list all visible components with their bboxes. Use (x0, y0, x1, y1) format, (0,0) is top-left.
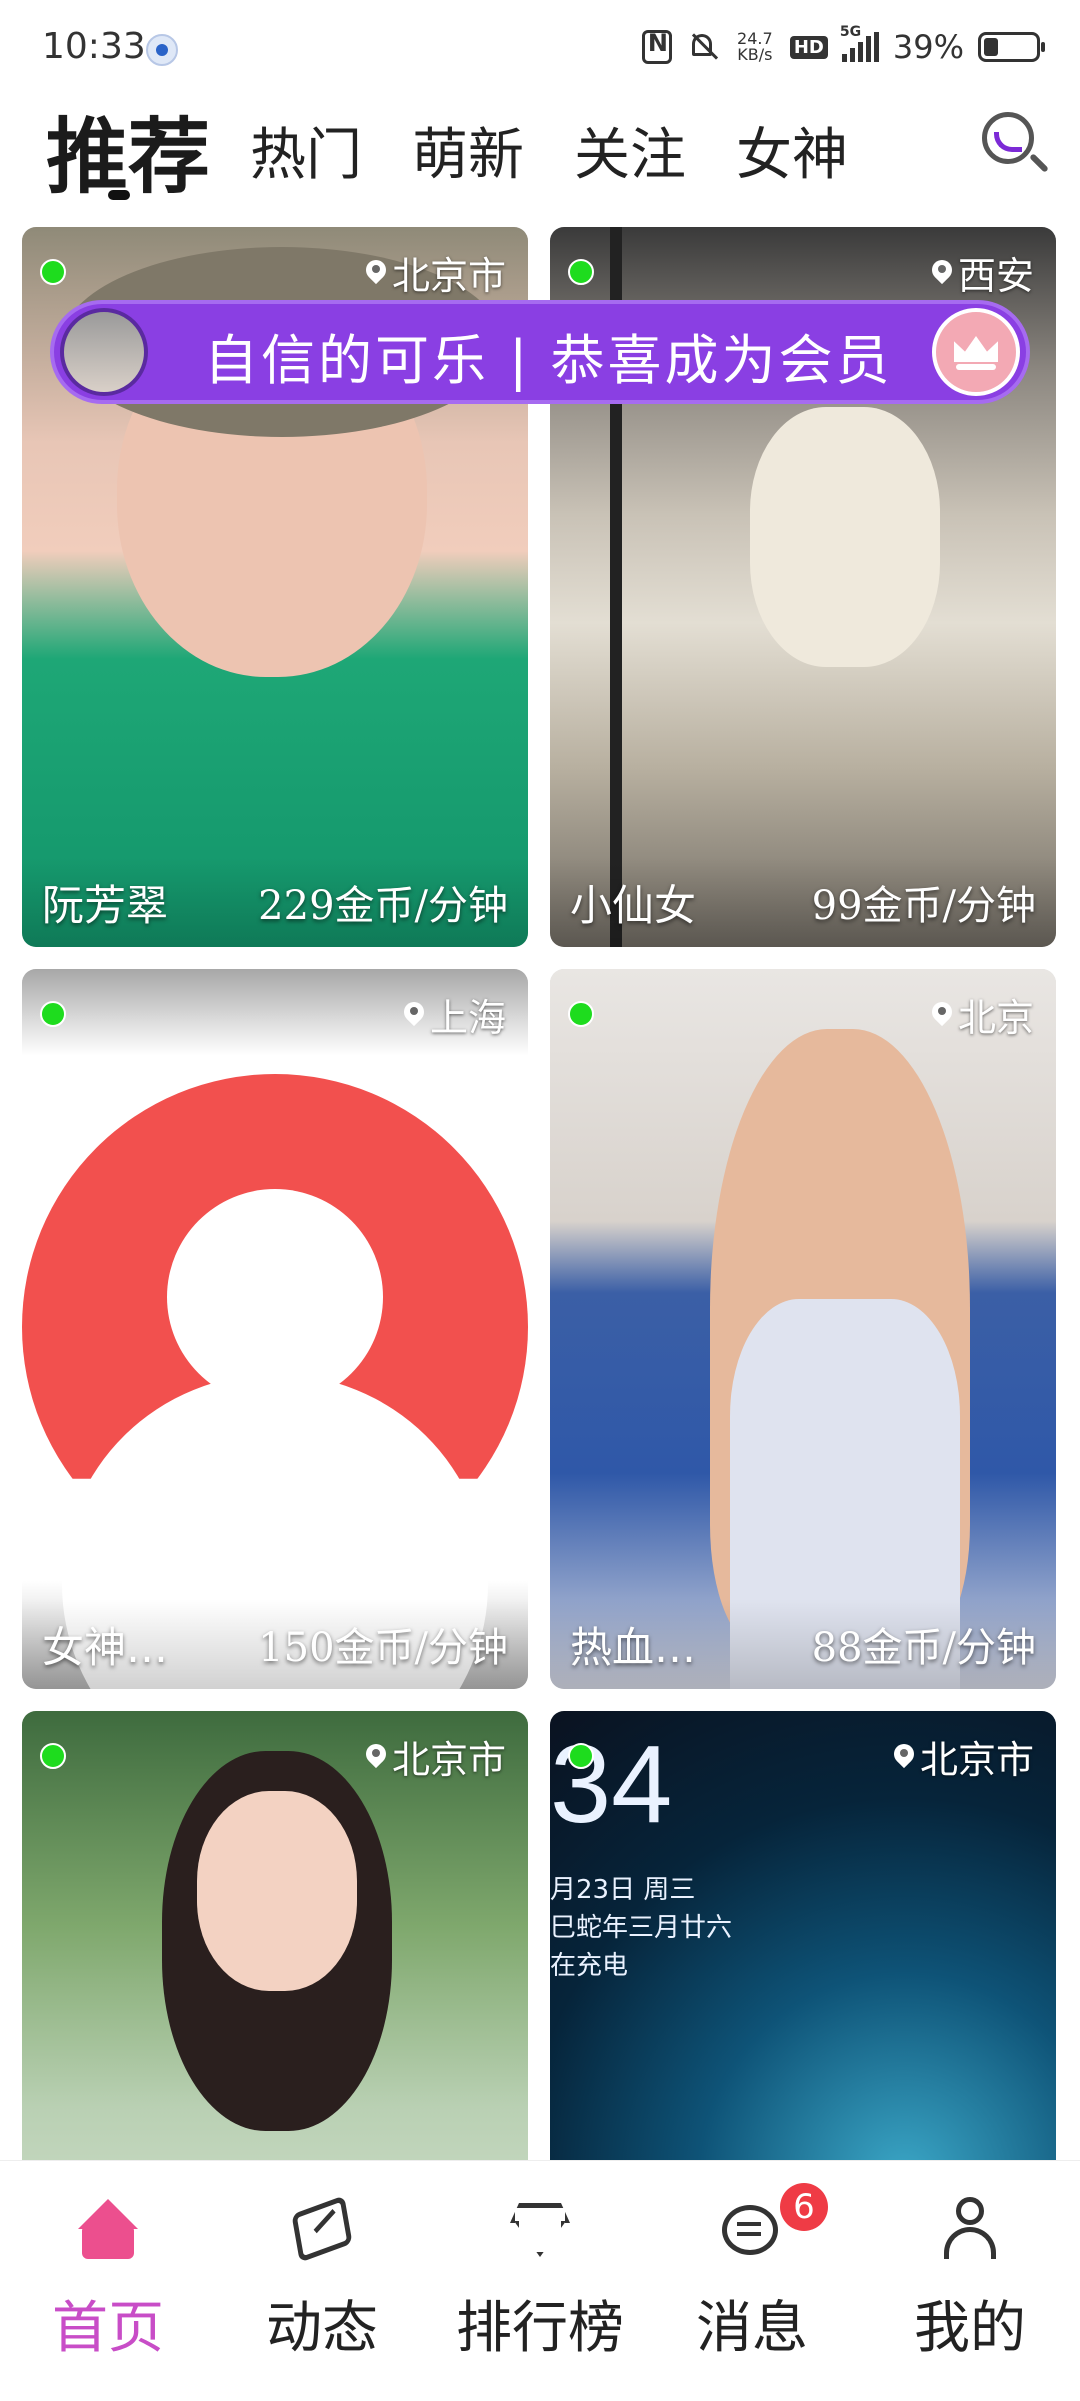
nav-item-profile[interactable]: 我的 (880, 2183, 1060, 2361)
online-status-dot (40, 259, 66, 285)
member-toast-banner[interactable]: 自信的可乐 | 恭喜成为会员 (50, 300, 1030, 404)
nav-item-moments[interactable]: 动态 (232, 2183, 412, 2361)
nav-item-messages[interactable]: 6 消息 (662, 2183, 842, 2361)
location-text: 西安 (957, 254, 1034, 298)
signal-icon: 5G (840, 24, 879, 62)
battery-percent: 39% (892, 28, 964, 66)
tab-following[interactable]: 关注 (574, 110, 686, 191)
card-footer: 小仙女 99金币/分钟 (550, 857, 1056, 947)
signal-label: 5G (839, 24, 862, 40)
status-icons: 24.7 KB/s HD 5G 39% (641, 24, 1045, 68)
home-icon (76, 2199, 140, 2263)
host-name: 女神… (42, 1622, 169, 1672)
host-card[interactable]: 34 月23日 周三 巳蛇年三月廿六 在充电 北京市 (550, 1711, 1056, 2227)
message-icon (722, 2205, 778, 2255)
online-status-dot (568, 259, 594, 285)
status-time: 10:33 (42, 26, 146, 67)
bottom-nav-bar: 首页 动态 排行榜 6 消息 我的 (0, 2160, 1080, 2401)
card-footer: 热血… 88金币/分钟 (550, 1599, 1056, 1689)
card-location: 西安 (932, 245, 1034, 300)
online-status-dot (568, 1743, 594, 1769)
location-pin-icon (366, 1744, 386, 1770)
network-speed: 24.7 KB/s (734, 31, 776, 63)
photo-date-line: 巳蛇年三月廿六 (550, 1913, 733, 1943)
card-location: 北京市 (366, 1729, 506, 1784)
location-text: 北京市 (391, 254, 506, 298)
location-pin-icon (404, 1002, 424, 1028)
location-text: 北京市 (919, 1738, 1034, 1782)
host-card[interactable]: 北京 热血… 88金币/分钟 (550, 969, 1056, 1689)
location-pin-icon (894, 1744, 914, 1770)
card-footer: 阮芳翠 229金币/分钟 (22, 857, 528, 947)
mute-icon (686, 30, 720, 64)
nav-label: 消息 (696, 2296, 808, 2361)
diamond-icon (510, 2203, 570, 2257)
location-text: 上海 (429, 996, 506, 1040)
host-name: 小仙女 (570, 880, 697, 930)
crown-icon (954, 336, 998, 370)
host-name: 阮芳翠 (42, 880, 169, 930)
default-avatar-icon (22, 1074, 528, 1689)
nav-item-ranking[interactable]: 排行榜 (450, 2183, 630, 2361)
hd-icon: HD (789, 35, 828, 59)
host-price: 88金币/分钟 (811, 1625, 1036, 1671)
photo-date-line: 月23日 周三 (550, 1875, 696, 1905)
host-name: 热血… (570, 1622, 697, 1672)
tab-newbie[interactable]: 萌新 (412, 110, 524, 191)
battery-icon (978, 32, 1045, 62)
nfc-icon (641, 29, 672, 64)
host-photo (550, 969, 1056, 1689)
location-pin-icon (366, 260, 386, 286)
nav-label: 首页 (52, 2296, 164, 2361)
location-pin-icon (932, 260, 952, 286)
nav-item-home[interactable]: 首页 (18, 2183, 198, 2361)
tab-hot[interactable]: 热门 (250, 110, 362, 191)
nav-label: 排行榜 (456, 2296, 624, 2361)
app-notification-icon (146, 34, 178, 66)
nav-label: 我的 (914, 2296, 1026, 2361)
member-toast-text: 自信的可乐 | 恭喜成为会员 (204, 329, 893, 392)
vip-badge (932, 308, 1020, 396)
online-status-dot (568, 1001, 594, 1027)
photo-date-line: 在充电 (550, 1951, 629, 1981)
unread-badge: 6 (780, 2183, 828, 2231)
host-card[interactable]: 上海 女神… 150金币/分钟 (22, 969, 528, 1689)
host-photo (22, 1711, 528, 2227)
host-price: 229金币/分钟 (258, 883, 508, 929)
photo-clock-text: 34 (550, 1723, 673, 1846)
network-speed-unit: KB/s (737, 45, 773, 64)
card-location: 北京 (932, 987, 1034, 1042)
photo-date-text: 月23日 周三 巳蛇年三月廿六 在充电 (550, 1871, 732, 1985)
location-pin-icon (932, 1002, 952, 1028)
user-icon (940, 2197, 1000, 2261)
top-tab-bar: 推荐 热门 萌新 关注 女神 (0, 84, 1080, 205)
host-price: 150金币/分钟 (258, 1625, 508, 1671)
location-text: 北京市 (391, 1738, 506, 1782)
nav-label: 动态 (266, 2296, 378, 2361)
paper-plane-icon (291, 2195, 353, 2263)
location-text: 北京 (957, 996, 1034, 1040)
active-tab-indicator (108, 190, 130, 200)
card-location: 上海 (404, 987, 506, 1042)
host-card[interactable]: 北京市 (22, 1711, 528, 2227)
card-location: 北京市 (366, 245, 506, 300)
card-location: 北京市 (894, 1729, 1034, 1784)
search-icon[interactable] (980, 110, 1050, 180)
avatar (60, 308, 148, 396)
card-footer: 女神… 150金币/分钟 (22, 1599, 528, 1689)
tab-goddess[interactable]: 女神 (736, 110, 848, 191)
host-grid: 北京市 阮芳翠 229金币/分钟 西安 小仙女 99金币/分钟 上海 女神… 1… (0, 227, 1080, 2227)
status-bar: 10:33 24.7 KB/s HD 5G 39% (0, 0, 1080, 90)
host-price: 99金币/分钟 (811, 883, 1036, 929)
online-status-dot (40, 1743, 66, 1769)
online-status-dot (40, 1001, 66, 1027)
